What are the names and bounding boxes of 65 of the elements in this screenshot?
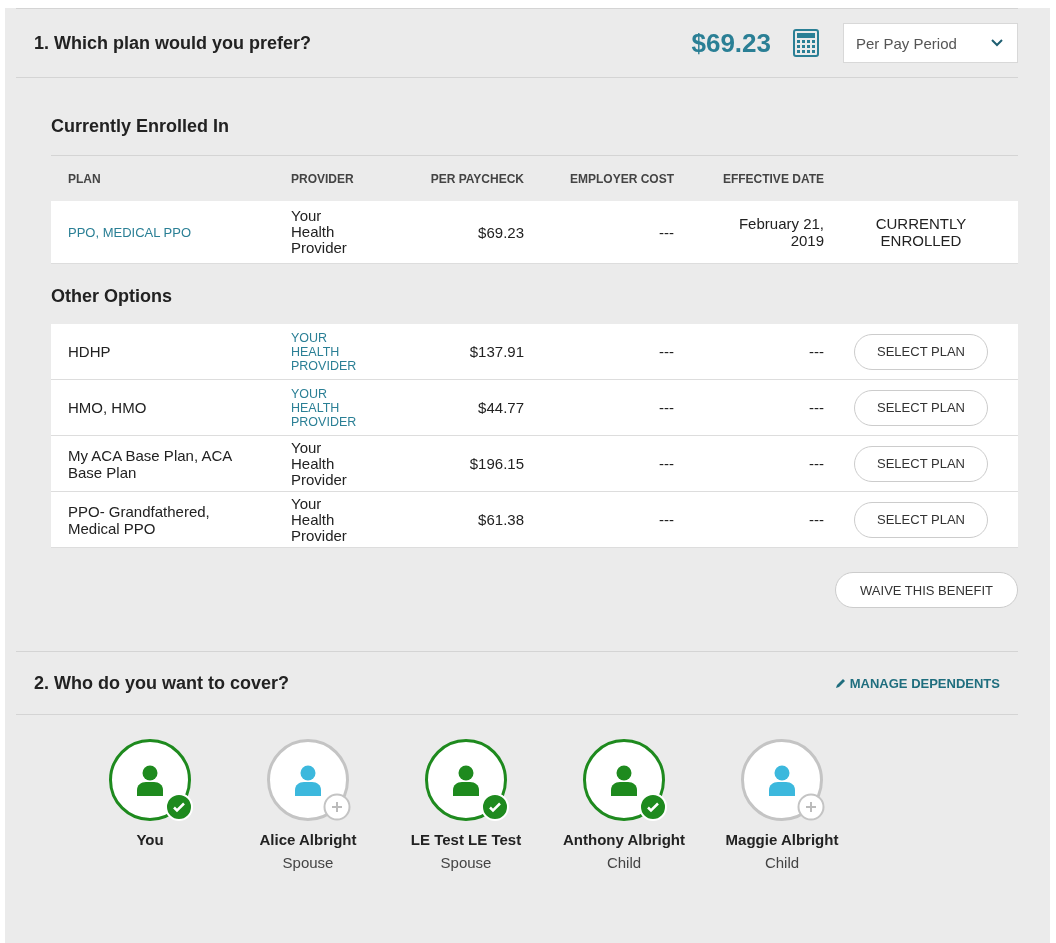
plan-name: HMO, HMO: [68, 399, 148, 416]
table-cell: $44.77: [478, 399, 524, 416]
section-title: 1. Which plan would you prefer?: [34, 32, 312, 54]
table-cell-text: ---: [808, 455, 824, 472]
person-icon: [293, 764, 323, 796]
person-icon: [767, 764, 797, 796]
select-plan-button[interactable]: SELECT PLAN: [854, 333, 988, 370]
subsection-heading: Other Options: [51, 286, 173, 307]
total-cost: $69.23: [691, 27, 771, 59]
table-cell-text: ---: [808, 511, 824, 528]
plan-name: My ACA Base Plan, ACA Base Plan: [68, 446, 233, 481]
plus-icon: [797, 793, 825, 821]
period-select[interactable]: Per Pay Period: [843, 23, 1018, 63]
person-icon: [609, 764, 639, 796]
plan-link[interactable]: PPO, MEDICAL PPO: [68, 224, 291, 240]
table-cell: ---: [659, 223, 674, 241]
column-header: PER PAYCHECK: [429, 171, 524, 186]
select-plan-button[interactable]: SELECT PLAN: [854, 445, 988, 482]
chevron-down-icon: [991, 39, 1003, 47]
table-cell-text: ---: [808, 399, 824, 416]
person-relation: Child: [606, 854, 642, 871]
check-icon: [165, 793, 193, 821]
plus-icon: [323, 793, 351, 821]
plan-name: PPO- Grandfathered, Medical PPO: [68, 502, 211, 537]
plan-name: HDHP: [68, 343, 112, 360]
waive-button[interactable]: WAIVE THIS BENEFIT: [835, 572, 1018, 608]
check-icon: [481, 793, 509, 821]
person-relation: Child: [764, 854, 800, 871]
person-icon: [451, 764, 481, 796]
person-name: Maggie Albright: [725, 831, 839, 848]
person-relation: Spouse: [282, 854, 334, 871]
provider-name: Your Health Provider: [291, 495, 348, 544]
table-cell: ---: [659, 511, 674, 528]
table-cell: $196.15: [469, 455, 524, 472]
column-header: PROVIDER: [291, 171, 355, 186]
provider-name: Your Health Provider: [291, 439, 348, 488]
table-cell: $61.38: [478, 511, 524, 528]
provider-link[interactable]: YOUR HEALTH PROVIDER: [291, 330, 366, 373]
table-cell: ---: [659, 399, 674, 416]
table-cell-text: ---: [808, 343, 824, 360]
person-name: LE Test LE Test: [410, 831, 522, 848]
provider-link[interactable]: YOUR HEALTH PROVIDER: [291, 386, 366, 429]
table-cell: ---: [659, 455, 674, 472]
manage-dependents-link[interactable]: MANAGE DEPENDENTS: [834, 675, 1000, 691]
subsection-heading: Currently Enrolled In: [51, 116, 231, 137]
table-cell: $69.23: [478, 223, 524, 241]
table-cell: ---: [659, 343, 674, 360]
table-cell-text: February 21, 2019: [737, 215, 824, 249]
person-name: Anthony Albright: [563, 831, 685, 848]
column-header: EFFECTIVE DATE: [721, 171, 824, 186]
select-plan-button[interactable]: SELECT PLAN: [854, 501, 988, 538]
person-icon: [135, 764, 165, 796]
section-title: 2. Who do you want to cover?: [34, 672, 290, 694]
check-icon: [639, 793, 667, 821]
column-header: EMPLOYER COST: [569, 171, 674, 186]
enrollment-status: CURRENTLY ENROLLED: [874, 215, 968, 249]
table-cell: $137.91: [469, 343, 524, 360]
calculator-icon[interactable]: [793, 29, 819, 57]
person-relation: Spouse: [440, 854, 492, 871]
provider-name: Your Health Provider: [291, 208, 348, 256]
person-name: Alice Albright: [259, 831, 357, 848]
pencil-icon: [834, 677, 846, 689]
column-header: PLAN: [68, 171, 102, 186]
select-plan-button[interactable]: SELECT PLAN: [854, 389, 988, 426]
person-name: You: [136, 831, 164, 848]
